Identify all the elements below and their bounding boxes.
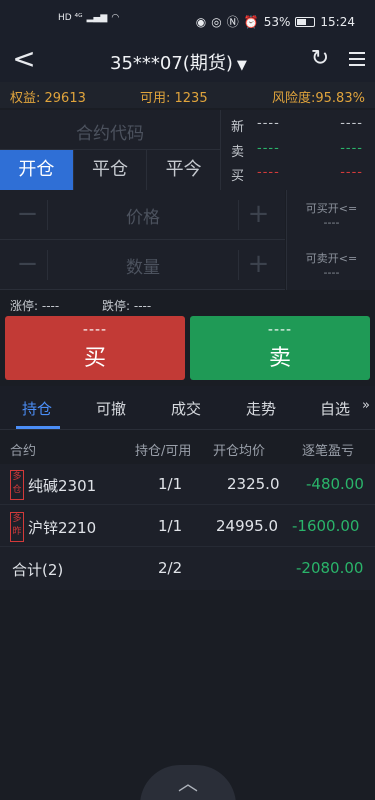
expand-panel-button[interactable]: ︿: [140, 765, 236, 800]
max-sell-value: ----: [323, 266, 340, 279]
contract-name: 沪锌2210: [28, 519, 97, 537]
tab-close[interactable]: 平仓: [74, 150, 148, 190]
limit-down: 跌停: ----: [102, 299, 152, 313]
total-position: 2/2: [158, 559, 183, 577]
account-selector[interactable]: 35***07(期货) ▼: [110, 49, 247, 75]
nav-bar: < 35***07(期货) ▼ ↻: [0, 40, 375, 82]
chevron-up-icon: ︿: [178, 771, 198, 795]
positions-table: 多仓 纯碱2301 1/1 2325.0 -480.00 多昨 沪锌2210 1…: [0, 464, 375, 590]
contract-name: 纯碱2301: [28, 477, 97, 495]
tab-trades[interactable]: 成交: [171, 398, 201, 419]
avg-price: 2325.0: [227, 475, 280, 493]
header-avg-price: 开仓均价: [213, 444, 266, 459]
limit-up: 涨停: ----: [10, 299, 60, 313]
tab-watchlist[interactable]: 自选: [320, 398, 350, 419]
account-info: 权益: 29613 可用: 1235 风险度:95.83%: [0, 82, 375, 108]
quote-row-ask: 卖 ---- ----: [231, 141, 371, 161]
max-sell-label: 可卖开<=: [305, 252, 358, 265]
total-pnl: -2080.00: [296, 559, 364, 577]
status-right: ◉ ◎ Ⓝ ⏰ 53% 15:24: [196, 13, 355, 30]
quote-panel: 新 ---- ---- 卖 ---- ---- 买 ---- ----: [220, 110, 375, 190]
sell-label: 卖: [268, 346, 291, 371]
price-input[interactable]: 价格: [50, 203, 236, 228]
contract-code-input[interactable]: 合约代码: [0, 110, 220, 150]
signal-icon: ▂▄▆: [86, 13, 108, 23]
battery-percent: 53%: [263, 14, 291, 29]
sell-price: ----: [267, 322, 293, 338]
position-tag: 多昨: [10, 512, 24, 542]
position-qty: 1/1: [158, 475, 183, 493]
network-icons: HD ⁴ᴳ ▂▄▆ ◠: [58, 13, 119, 23]
network-label: HD ⁴ᴳ: [58, 13, 83, 23]
qty-minus-button[interactable]: −: [8, 250, 48, 280]
account-title: 35***07(期货): [110, 53, 233, 74]
quote-value: ----: [257, 165, 280, 180]
buy-price: ----: [82, 322, 108, 338]
buy-label: 买: [83, 346, 106, 371]
status-bar: HD ⁴ᴳ ▂▄▆ ◠ ◉ ◎ Ⓝ ⏰ 53% 15:24: [0, 0, 375, 40]
quote-label: 卖: [231, 145, 245, 160]
nfc-icon: Ⓝ: [226, 15, 239, 29]
position-tag: 多仓: [10, 470, 24, 500]
price-plus-button[interactable]: +: [238, 200, 278, 230]
caret-down-icon: ▼: [236, 58, 247, 73]
avg-price: 24995.0: [216, 517, 279, 535]
qty-row: − 数量 +: [0, 240, 285, 290]
position-tabs: 持仓 可撤 成交 走势 自选 »: [0, 386, 375, 430]
tab-trend[interactable]: 走势: [246, 398, 276, 419]
max-buy-value: ----: [323, 216, 340, 229]
equity: 权益: 29613: [10, 91, 86, 106]
price-minus-button[interactable]: −: [8, 200, 48, 230]
quote-value: ----: [257, 116, 280, 131]
risk-ratio: 风险度:95.83%: [272, 91, 365, 106]
contract-code-placeholder: 合约代码: [76, 124, 144, 144]
alarm-icon: ⏰: [243, 14, 259, 29]
chevron-right-icon[interactable]: »: [362, 398, 370, 413]
table-row[interactable]: 多仓 纯碱2301 1/1 2325.0 -480.00: [0, 464, 375, 505]
pnl: -480.00: [306, 475, 364, 493]
header-contract: 合约: [10, 444, 37, 459]
table-total-row: 合计(2) 2/2 -2080.00: [0, 548, 375, 589]
max-open-panel: 可买开<= ---- 可卖开<= ----: [286, 190, 375, 290]
buy-button[interactable]: ---- 买: [5, 316, 185, 380]
order-type-tabs: 开仓 平仓 平今: [0, 150, 220, 190]
vibrate-icon: ◉: [195, 14, 207, 29]
header-pnl: 逐笔盈亏: [302, 444, 355, 459]
tab-cancelable[interactable]: 可撤: [96, 398, 126, 419]
limit-prices: 涨停: ---- 跌停: ----: [0, 292, 375, 316]
quote-value: ----: [340, 165, 363, 180]
qty-plus-button[interactable]: +: [238, 250, 278, 280]
menu-icon[interactable]: [343, 48, 367, 72]
clock: 15:24: [320, 14, 355, 29]
tab-open[interactable]: 开仓: [0, 150, 74, 190]
eye-icon: ◎: [211, 14, 222, 29]
qty-input[interactable]: 数量: [50, 253, 236, 278]
position-qty: 1/1: [158, 517, 183, 535]
quote-row-bid: 买 ---- ----: [231, 165, 371, 185]
quote-label: 买: [231, 169, 245, 184]
sell-button[interactable]: ---- 卖: [190, 316, 370, 380]
active-tab-indicator: [16, 426, 60, 429]
table-row[interactable]: 多昨 沪锌2210 1/1 24995.0 -1600.00: [0, 506, 375, 547]
quote-row-last: 新 ---- ----: [231, 116, 371, 136]
total-label: 合计(2): [12, 561, 64, 579]
pnl: -1600.00: [292, 517, 360, 535]
available-funds: 可用: 1235: [140, 91, 208, 106]
price-qty-panel: − 价格 + − 数量 +: [0, 190, 285, 290]
header-position: 持仓/可用: [135, 444, 192, 459]
max-buy-label: 可买开<=: [305, 202, 358, 215]
quote-value: ----: [340, 141, 363, 156]
price-row: − 价格 +: [0, 190, 285, 240]
wifi-icon: ◠: [111, 13, 120, 23]
refresh-icon[interactable]: ↻: [308, 46, 332, 74]
table-header: 合约 持仓/可用 开仓均价 逐笔盈亏: [0, 432, 375, 464]
quote-value: ----: [257, 141, 280, 156]
quote-label: 新: [231, 120, 245, 135]
battery-icon: [295, 16, 316, 27]
tab-positions[interactable]: 持仓: [22, 398, 52, 419]
quote-value: ----: [340, 116, 363, 131]
tab-close-today[interactable]: 平今: [147, 150, 220, 190]
back-icon[interactable]: <: [8, 44, 40, 76]
